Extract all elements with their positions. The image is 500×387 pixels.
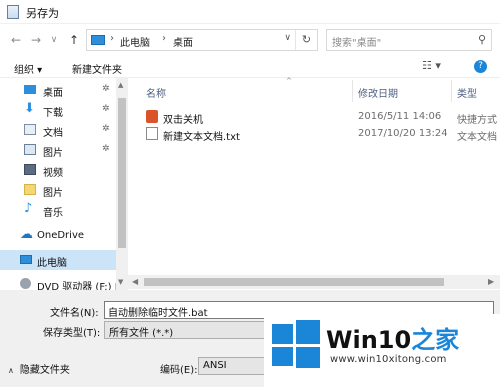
sidebar-item-label: 视频 <box>43 168 63 179</box>
file-list: ^ 名称 修改日期 类型 双击关机 2016/5/11 14:06 快捷方式 新… <box>128 77 500 290</box>
sidebar-item-label: 文档 <box>43 128 63 139</box>
file-type: 文本文档 <box>457 132 497 143</box>
view-options-icon[interactable]: ☷ ▾ <box>422 59 441 72</box>
column-header-type[interactable]: 类型 <box>457 85 477 100</box>
breadcrumb-separator[interactable]: › <box>162 33 166 44</box>
pictures-icon <box>24 144 36 155</box>
recent-locations-chevron-down-icon[interactable]: ∨ <box>46 32 62 48</box>
filename-value: 自动删除临时文件.bat <box>108 308 208 319</box>
file-row[interactable]: 双击关机 2016/5/11 14:06 快捷方式 <box>146 108 500 126</box>
title-bar: 另存为 <box>0 0 500 24</box>
sidebar-item-label: 下载 <box>43 108 63 119</box>
navigation-bar: ← → ∨ ↑ › 此电脑 › 桌面 ∨ ↻ 搜索"桌面" ⚲ <box>0 24 500 56</box>
download-arrow-icon: ⬇ <box>24 101 35 116</box>
save-dialog-icon <box>7 5 19 19</box>
scrollbar-thumb[interactable] <box>144 278 444 286</box>
documents-icon <box>24 124 36 135</box>
text-file-icon <box>146 127 158 140</box>
sidebar-item-pictures[interactable]: 图片 ✲ <box>0 140 116 160</box>
command-bar: 组织 ▾ 新建文件夹 ☷ ▾ ? <box>0 56 500 78</box>
search-box[interactable]: 搜索"桌面" ⚲ <box>326 29 492 51</box>
column-header-date[interactable]: 修改日期 <box>358 85 398 100</box>
scroll-left-arrow-icon[interactable]: ◀ <box>132 277 138 286</box>
sort-indicator-icon: ^ <box>286 77 292 85</box>
sidebar-item-dvd-drive[interactable]: DVD 驱动器 (F:) J <box>0 274 116 290</box>
sidebar-item-label: 图片 <box>43 148 63 159</box>
hide-folders-label: 隐藏文件夹 <box>19 365 70 376</box>
sidebar-item-label: 桌面 <box>43 88 63 99</box>
sidebar-item-videos[interactable]: 视频 <box>0 160 116 180</box>
filename-label: 文件名(N): <box>50 308 99 319</box>
encoding-value: ANSI <box>203 360 227 371</box>
search-icon[interactable]: ⚲ <box>478 33 486 46</box>
sidebar-item-label: 音乐 <box>43 208 63 219</box>
file-date: 2017/10/20 13:24 <box>358 128 448 139</box>
back-arrow-icon[interactable]: ← <box>8 32 24 48</box>
file-type: 快捷方式 <box>457 115 497 126</box>
this-pc-icon <box>91 35 105 45</box>
sidebar-item-desktop[interactable]: 桌面 ✲ <box>0 80 116 100</box>
file-name: 新建文本文档.txt <box>163 132 240 143</box>
shortcut-icon <box>146 110 158 123</box>
scroll-down-arrow-icon[interactable]: ▼ <box>118 278 123 286</box>
column-divider[interactable] <box>451 80 452 102</box>
column-header-name[interactable]: 名称 <box>146 85 166 100</box>
savetype-value: 所有文件 (*.*) <box>109 328 174 339</box>
chevron-up-icon: ∧ <box>8 366 14 375</box>
up-arrow-icon[interactable]: ↑ <box>66 32 82 48</box>
encoding-label: 编码(E): <box>160 365 198 376</box>
windows-logo-icon <box>272 320 320 368</box>
file-date: 2016/5/11 14:06 <box>358 111 442 122</box>
scrollbar-thumb[interactable] <box>118 98 126 248</box>
watermark-title: Win10之家 <box>326 320 459 355</box>
this-pc-icon <box>20 255 32 264</box>
videos-icon <box>24 164 36 175</box>
pin-icon[interactable]: ✲ <box>102 144 110 154</box>
music-note-icon: ♪ <box>24 201 33 216</box>
sidebar-item-label: 此电脑 <box>37 258 67 269</box>
sidebar-item-downloads[interactable]: ⬇ 下载 ✲ <box>0 100 116 120</box>
scroll-right-arrow-icon[interactable]: ▶ <box>488 277 494 286</box>
new-folder-button[interactable]: 新建文件夹 <box>72 61 122 76</box>
sidebar-item-this-pc[interactable]: 此电脑 <box>0 250 116 270</box>
watermark: Win10之家 www.win10xitong.com <box>264 314 500 387</box>
folder-icon <box>24 184 36 195</box>
savetype-label: 保存类型(T): <box>43 328 101 339</box>
sidebar-item-onedrive[interactable]: ☁ OneDrive <box>0 226 116 246</box>
scroll-up-arrow-icon[interactable]: ▲ <box>118 81 123 89</box>
file-list-horizontal-scrollbar[interactable]: ◀ ▶ <box>128 275 500 289</box>
watermark-title-main: Win10 <box>326 326 412 354</box>
pin-icon[interactable]: ✲ <box>102 104 110 114</box>
window-title: 另存为 <box>26 7 59 20</box>
forward-arrow-icon[interactable]: → <box>28 32 44 48</box>
sidebar-vertical-scrollbar[interactable]: ▲ ▼ <box>116 78 128 290</box>
desktop-icon <box>24 85 36 94</box>
address-bar[interactable]: › 此电脑 › 桌面 ∨ ↻ <box>86 29 318 51</box>
watermark-title-accent: 之家 <box>411 326 460 354</box>
help-icon[interactable]: ? <box>474 60 487 73</box>
sidebar-item-label: DVD 驱动器 (F:) J <box>37 282 116 290</box>
sidebar-item-label: 图片 <box>43 188 63 199</box>
refresh-icon[interactable]: ↻ <box>295 30 317 50</box>
sidebar-item-documents[interactable]: 文档 ✲ <box>0 120 116 140</box>
pin-icon[interactable]: ✲ <box>102 124 110 134</box>
breadcrumb-this-pc[interactable]: 此电脑 <box>120 34 150 49</box>
file-name: 双击关机 <box>163 115 203 126</box>
hide-folders-button[interactable]: ∧ 隐藏文件夹 <box>8 361 70 376</box>
sidebar-item-pictures-folder[interactable]: 图片 <box>0 180 116 200</box>
search-input[interactable]: 搜索"桌面" <box>332 34 381 49</box>
dvd-drive-icon <box>20 278 31 289</box>
breadcrumb-separator[interactable]: › <box>110 33 114 44</box>
address-history-chevron-down-icon[interactable]: ∨ <box>284 33 291 43</box>
onedrive-cloud-icon: ☁ <box>20 227 33 242</box>
organize-button[interactable]: 组织 ▾ <box>14 61 42 76</box>
watermark-url: www.win10xitong.com <box>330 354 447 365</box>
navigation-pane: 桌面 ✲ ⬇ 下载 ✲ 文档 ✲ 图片 ✲ 视频 图片 ♪ 音乐 ☁ OneDr… <box>0 78 128 290</box>
file-row[interactable]: 新建文本文档.txt 2017/10/20 13:24 文本文档 <box>146 125 500 143</box>
breadcrumb-desktop[interactable]: 桌面 <box>173 34 193 49</box>
sidebar-item-music[interactable]: ♪ 音乐 <box>0 200 116 220</box>
column-divider[interactable] <box>352 80 353 102</box>
sidebar-item-label: OneDrive <box>37 230 85 241</box>
pin-icon[interactable]: ✲ <box>102 84 110 94</box>
